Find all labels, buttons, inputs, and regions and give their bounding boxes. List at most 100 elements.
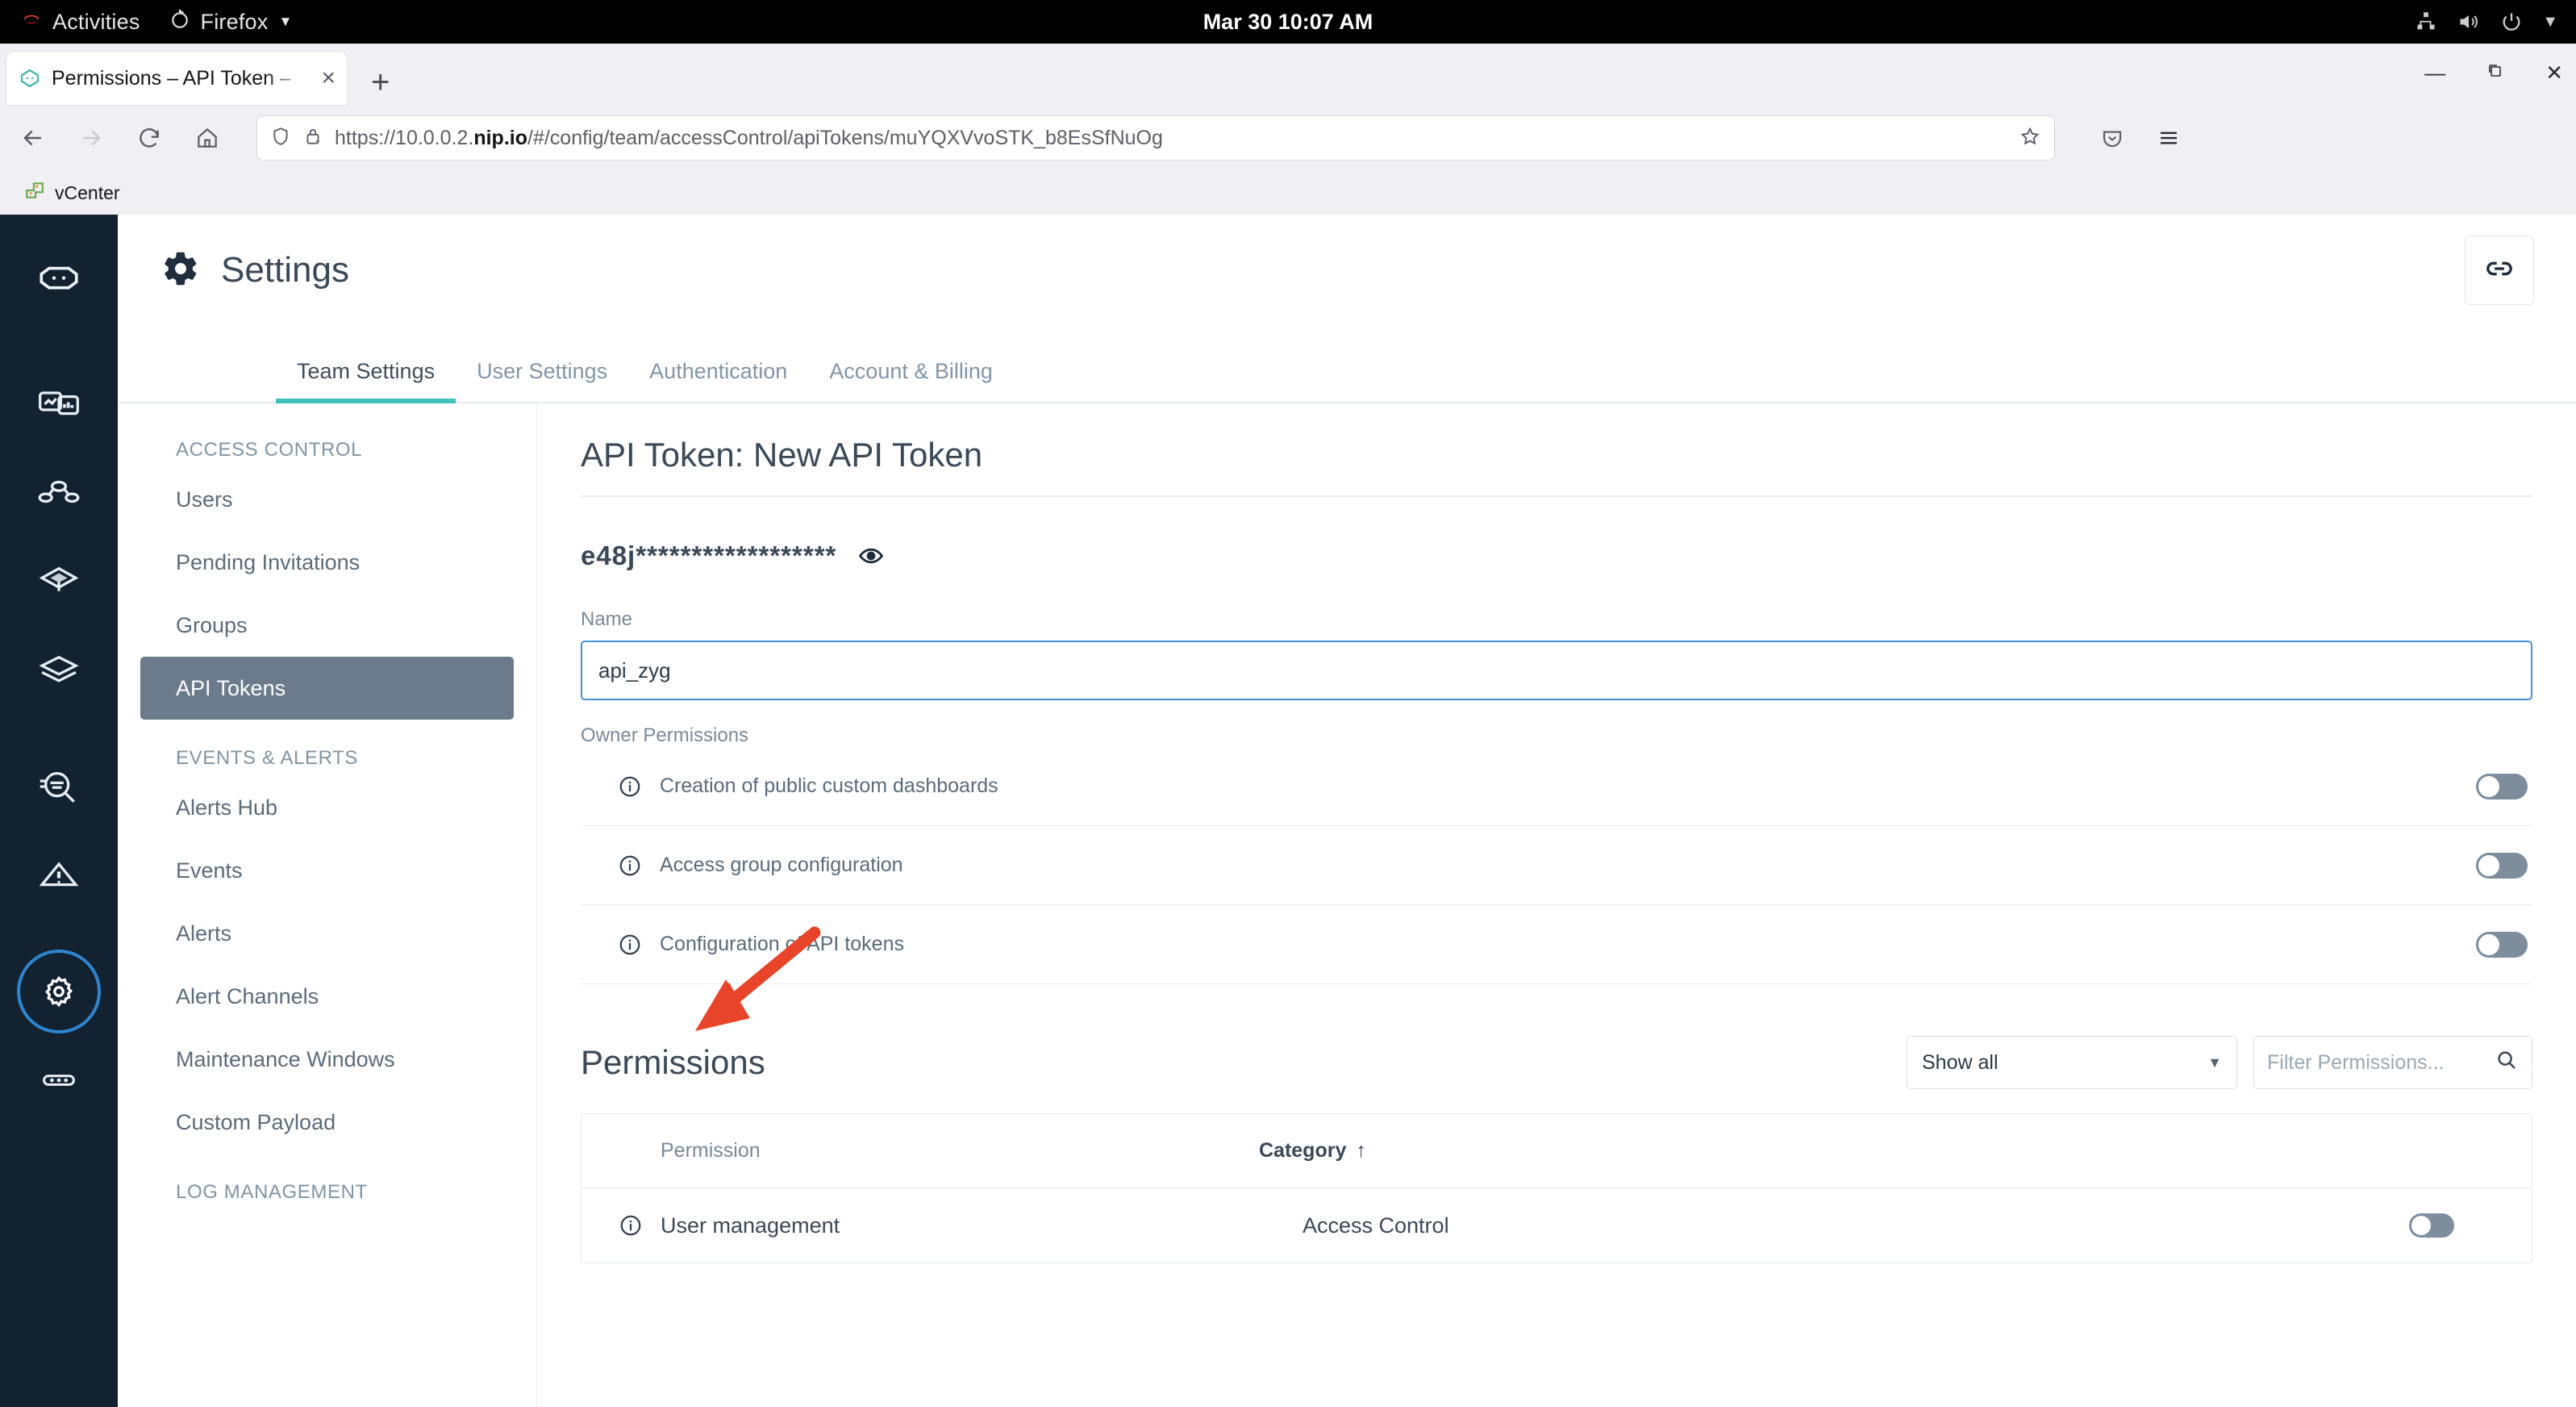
tab-strip: Permissions – API Token – × + — ✕ — [0, 44, 2576, 105]
permissions-filter-select-value: Show all — [1922, 1050, 1999, 1074]
tab-account-billing[interactable]: Account & Billing — [808, 359, 1014, 402]
window-minimize-button[interactable]: — — [2424, 62, 2445, 83]
column-header-category-label: Category — [1259, 1139, 1347, 1162]
sidebar-item-pending-invitations[interactable]: Pending Invitations — [140, 531, 514, 594]
network-icon[interactable] — [2415, 10, 2437, 33]
owner-permission-label: Configuration of API tokens — [660, 933, 904, 955]
url-prefix: https://10.0.0.2. — [335, 126, 474, 149]
sidebar-item-stack[interactable] — [15, 626, 103, 715]
sidebar-item-dashboards[interactable] — [15, 360, 103, 449]
back-button-icon[interactable] — [18, 123, 48, 153]
activities-button[interactable]: Activities — [21, 9, 140, 35]
owner-permission-toggle[interactable] — [2476, 773, 2528, 800]
navigation-toolbar: https://10.0.0.2.nip.io/#/config/team/ac… — [0, 105, 2576, 171]
settings-tabs: Team Settings User Settings Authenticati… — [118, 326, 2576, 403]
owner-permission-toggle[interactable] — [2476, 852, 2528, 879]
bookmark-star-icon[interactable] — [2019, 125, 2041, 152]
tab-user-settings[interactable]: User Settings — [456, 359, 628, 402]
url-bar[interactable]: https://10.0.0.2.nip.io/#/config/team/ac… — [256, 115, 2055, 161]
tab-close-icon[interactable]: × — [319, 66, 336, 90]
name-input-value: api_zyg — [598, 658, 671, 683]
chevron-down-icon[interactable]: ▼ — [2542, 13, 2558, 31]
sidebar-item-custom-payload[interactable]: Custom Payload — [140, 1091, 514, 1154]
sidebar-item-maintenance-windows[interactable]: Maintenance Windows — [140, 1028, 514, 1091]
save-to-pocket-icon[interactable] — [2097, 123, 2128, 153]
sidebar-item-applications[interactable] — [15, 537, 103, 626]
shield-icon[interactable] — [270, 126, 291, 151]
sidebar-item-more[interactable] — [15, 1036, 103, 1125]
product-logo-icon[interactable] — [15, 236, 103, 324]
site-favicon-icon — [18, 66, 42, 90]
search-icon[interactable] — [2495, 1048, 2519, 1078]
sidebar-item-alert-channels[interactable]: Alert Channels — [140, 965, 514, 1028]
settings-body: ACCESS CONTROL Users Pending Invitations… — [118, 403, 2576, 1407]
url-text[interactable]: https://10.0.0.2.nip.io/#/config/team/ac… — [335, 127, 1163, 150]
permissions-table-header: Permission Category ↑ — [581, 1114, 2532, 1188]
copy-link-button[interactable] — [2465, 236, 2534, 305]
lock-warning-icon[interactable] — [302, 126, 323, 151]
toolbar-right — [2089, 123, 2184, 153]
browser-tab[interactable]: Permissions – API Token – × — [6, 52, 347, 105]
permission-toggle[interactable] — [2409, 1213, 2454, 1238]
content-title: API Token: New API Token — [581, 436, 983, 474]
system-tray[interactable]: ▼ — [2415, 0, 2558, 44]
window-controls: — ✕ — [2424, 61, 2563, 84]
sidebar-item-users[interactable]: Users — [140, 468, 514, 531]
sidebar-item-groups[interactable]: Groups — [140, 594, 514, 657]
sidebar-item-api-tokens[interactable]: API Tokens — [140, 657, 514, 720]
primary-icon-rail — [0, 215, 118, 1407]
column-header-category[interactable]: Category ↑ — [1259, 1139, 1366, 1163]
chevron-down-icon: ▼ — [2207, 1054, 2222, 1071]
info-icon[interactable] — [618, 774, 642, 799]
tab-label: User Settings — [477, 359, 608, 383]
token-masked-value: e48j****************** — [581, 541, 837, 570]
tab-team-settings[interactable]: Team Settings — [276, 359, 456, 403]
url-domain: nip.io — [473, 126, 527, 149]
owner-permission-row[interactable]: Configuration of API tokens — [581, 905, 2532, 984]
cell-category: Access Control — [1303, 1213, 1449, 1238]
sidebar-item-alerts-hub[interactable]: Alerts Hub — [140, 776, 514, 839]
power-icon[interactable] — [2500, 10, 2523, 33]
info-icon[interactable] — [618, 854, 642, 878]
nav-group-log-management: LOG MANAGEMENT — [176, 1181, 368, 1203]
firefox-icon — [169, 8, 190, 35]
divider — [581, 495, 2532, 497]
eye-icon[interactable] — [857, 542, 885, 570]
forward-button-icon[interactable] — [76, 123, 106, 153]
sidebar-item-events[interactable]: Events — [140, 839, 514, 902]
table-row[interactable]: User management Access Control — [581, 1188, 2532, 1263]
sidebar-item-settings[interactable] — [15, 947, 103, 1036]
tab-label: Authentication — [649, 359, 788, 383]
sidebar-item-infrastructure[interactable] — [15, 449, 103, 537]
app-menu-firefox[interactable]: Firefox ▼ — [169, 8, 293, 35]
token-value-row: e48j****************** — [581, 541, 2532, 571]
permissions-filter-select[interactable]: Show all ▼ — [1907, 1036, 2237, 1089]
owner-permission-row[interactable]: Creation of public custom dashboards — [581, 747, 2532, 826]
info-icon[interactable] — [619, 1213, 643, 1238]
reload-button-icon[interactable] — [134, 123, 165, 153]
owner-permissions-label: Owner Permissions — [581, 724, 749, 746]
sidebar-item-analyze[interactable] — [15, 742, 103, 831]
owner-permission-toggle[interactable] — [2476, 931, 2528, 958]
sidebar-item-events[interactable] — [15, 831, 103, 920]
chevron-down-icon: ▼ — [278, 14, 293, 29]
page-title: Settings — [221, 250, 349, 290]
info-icon[interactable] — [618, 933, 642, 957]
app-menu-hamburger-icon[interactable] — [2153, 123, 2184, 153]
window-close-button[interactable]: ✕ — [2545, 62, 2563, 83]
owner-permission-row[interactable]: Access group configuration — [581, 826, 2532, 905]
api-token-detail: API Token: New API Token e48j***********… — [537, 403, 2576, 1407]
home-button-icon[interactable] — [192, 123, 223, 153]
window-maximize-button[interactable] — [2486, 61, 2505, 84]
permissions-section-header: Permissions Show all ▼ Filter Permission… — [581, 1036, 2532, 1089]
permissions-filter-input[interactable]: Filter Permissions... — [2253, 1036, 2532, 1089]
sidebar-item-alerts[interactable]: Alerts — [140, 902, 514, 965]
bookmark-vcenter[interactable]: vCenter — [18, 177, 127, 209]
clock[interactable]: Mar 30 10:07 AM — [1203, 10, 1373, 35]
volume-icon[interactable] — [2457, 10, 2481, 33]
name-input[interactable]: api_zyg — [581, 641, 2532, 700]
browser-chrome: Permissions – API Token – × + — ✕ https:… — [0, 44, 2576, 215]
tab-authentication[interactable]: Authentication — [628, 359, 808, 402]
new-tab-button[interactable]: + — [371, 66, 390, 98]
column-header-permission[interactable]: Permission — [581, 1139, 1259, 1163]
